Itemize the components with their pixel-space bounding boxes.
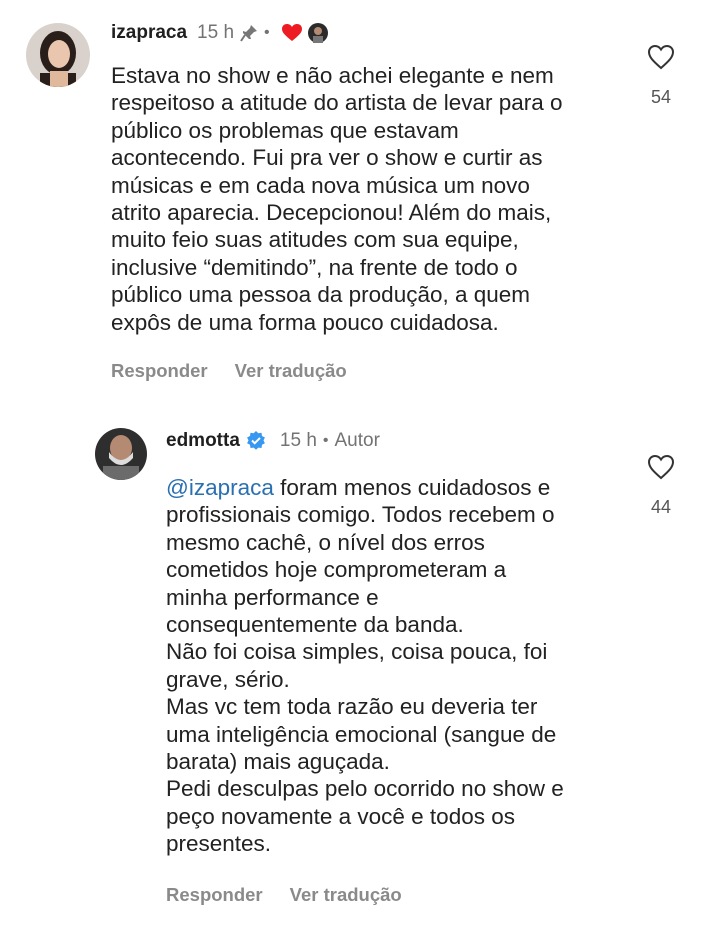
timestamp: 15 h: [197, 22, 235, 43]
author-liked-avatar: [307, 23, 328, 43]
like-heart-icon[interactable]: [641, 44, 681, 75]
avatar-edmotta[interactable]: [95, 428, 147, 480]
username[interactable]: izapraca: [111, 22, 187, 44]
verified-badge-icon: [246, 431, 266, 451]
reply-text-body: foram menos cuidadosos e profissionais c…: [166, 475, 564, 857]
author-label: Autor: [334, 430, 380, 451]
like-count: 44: [650, 497, 672, 517]
reply-button[interactable]: Responder: [111, 360, 208, 382]
like-count: 54: [650, 87, 672, 107]
see-translation-button[interactable]: Ver tradução: [290, 884, 402, 906]
reply-text: @izapraca foram menos cuidadosos e profi…: [166, 474, 636, 858]
see-translation-button[interactable]: Ver tradução: [235, 360, 347, 382]
mention-link[interactable]: @izapraca: [166, 475, 274, 500]
avatar-izapraca[interactable]: [26, 23, 90, 87]
like-heart-icon[interactable]: [641, 454, 681, 485]
separator-dot: •: [322, 432, 329, 449]
timestamp: 15 h: [279, 430, 317, 451]
reply-button[interactable]: Responder: [166, 884, 263, 906]
separator-dot: •: [264, 24, 270, 41]
comment-text: Estava no show e não achei elegante e ne…: [111, 63, 563, 335]
red-heart-icon: [281, 24, 302, 42]
pin-icon: [240, 24, 258, 42]
username[interactable]: edmotta: [166, 430, 240, 452]
